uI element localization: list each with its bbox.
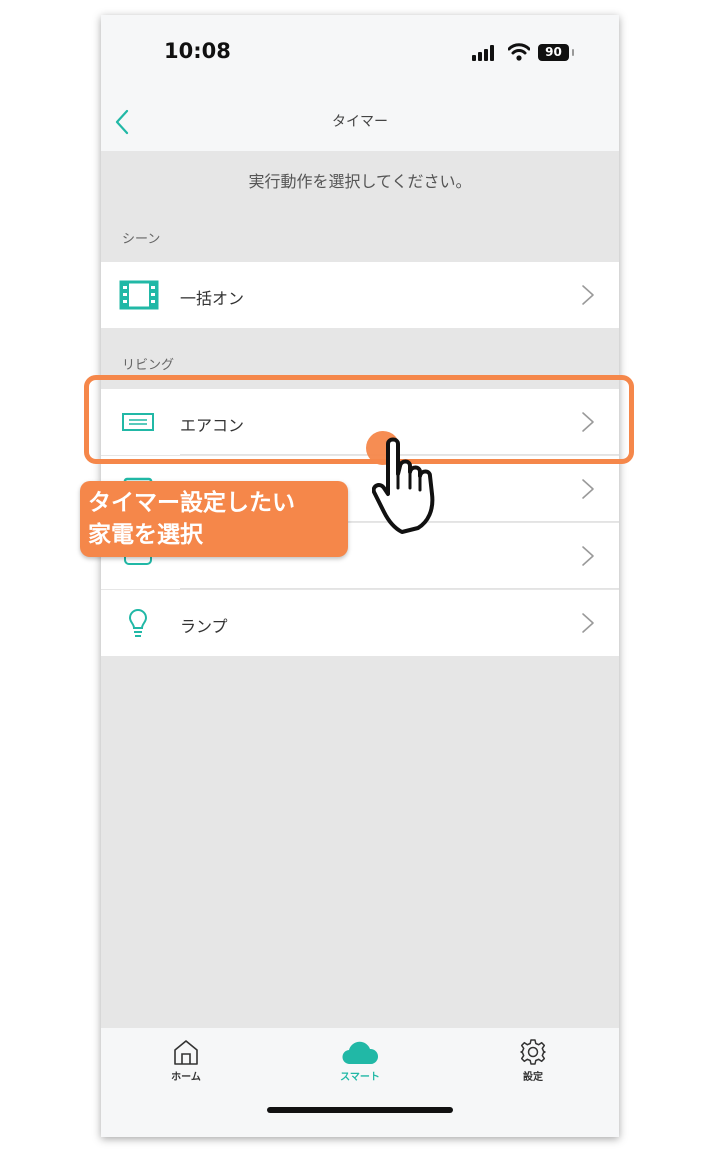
list-item-lamp[interactable]: ランプ [101,590,619,656]
battery-indicator: 90 [538,44,569,61]
divider [180,588,619,589]
status-bar: 10:08 90 [101,15,619,95]
nav-bar: タイマー [101,95,619,151]
chevron-right-icon [582,613,594,633]
gear-icon [520,1039,546,1065]
home-indicator [267,1107,453,1113]
page-title: タイマー [332,114,388,130]
chevron-right-icon [582,479,594,499]
battery-tip [572,49,574,56]
list-item-bulk-on[interactable]: 一括オン [101,262,619,328]
section-label-scene: シーン [122,232,161,247]
chevron-right-icon [582,285,594,305]
tab-label: スマート [340,1072,380,1083]
instruction-text: 実行動作を選択してください。 [248,172,472,191]
callout-line: タイマー設定したい [88,490,295,516]
tab-smart[interactable]: スマート [300,1038,420,1098]
tab-home[interactable]: ホーム [126,1038,246,1098]
tab-label: 設定 [523,1072,543,1083]
highlight-box [84,375,634,464]
callout-annotation: タイマー設定したい 家電を選択 [80,481,348,557]
phone-screen: 10:08 90 タイマー 実行動作を選択してください。 シーン 一括オン リビ… [101,15,619,1137]
signal-icon [472,45,498,61]
list-item-label: 一括オン [180,289,245,308]
wifi-icon [508,43,530,61]
tab-label: ホーム [171,1072,201,1083]
tab-bar: ホーム スマート 設定 [101,1028,619,1137]
bulb-icon [128,608,148,637]
callout-line: 家電を選択 [88,522,203,548]
pointing-hand-icon [372,437,435,534]
film-icon [119,280,159,310]
tab-settings[interactable]: 設定 [473,1038,593,1098]
chevron-right-icon [582,546,594,566]
cloud-icon [342,1041,379,1065]
home-icon [174,1040,198,1065]
status-time: 10:08 [164,39,231,63]
list-item-label: ランプ [180,617,228,636]
section-label-living: リビング [122,358,175,373]
